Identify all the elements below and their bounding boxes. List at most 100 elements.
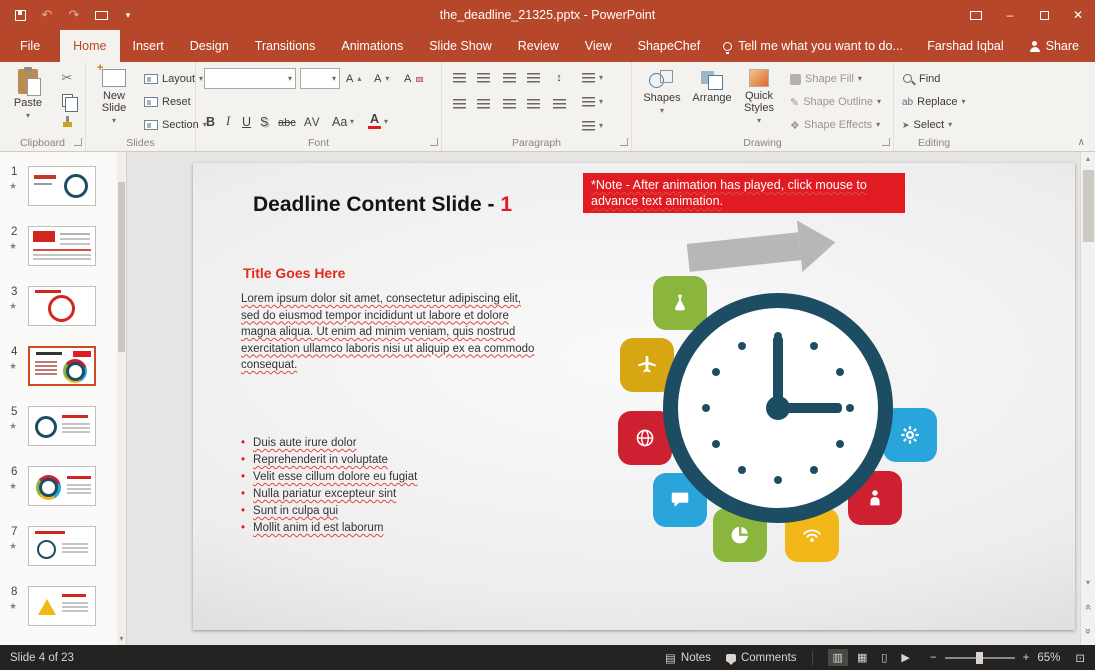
- tab-insert[interactable]: Insert: [120, 30, 177, 62]
- copy-button[interactable]: [56, 90, 78, 110]
- scroll-down-icon[interactable]: ▾: [117, 634, 126, 643]
- slide-bullet-list[interactable]: •Duis aute irure dolor •Reprehenderit in…: [241, 435, 551, 537]
- change-case-button[interactable]: Aa: [330, 108, 349, 129]
- drawing-dialog-launcher-icon[interactable]: [882, 138, 890, 146]
- start-slideshow-icon[interactable]: [89, 3, 113, 27]
- share-button[interactable]: Share: [1018, 30, 1095, 62]
- account-name[interactable]: Farshad Iqbal: [927, 30, 1017, 62]
- slide-thumbnail-3[interactable]: 3 ★: [0, 284, 126, 342]
- notes-button[interactable]: ▤ Notes: [665, 651, 711, 665]
- vertical-scrollbar[interactable]: ▴ ▾ « «: [1080, 152, 1095, 645]
- tab-view[interactable]: View: [572, 30, 625, 62]
- scrollbar-thumb[interactable]: [1083, 170, 1094, 242]
- slide-sorter-view-button[interactable]: ▦: [852, 649, 872, 666]
- slideshow-view-button[interactable]: ▶: [896, 649, 914, 666]
- slide-body-text[interactable]: Lorem ipsum dolor sit amet, consectetur …: [241, 291, 541, 374]
- format-painter-button[interactable]: [56, 112, 78, 132]
- paste-button[interactable]: Paste ▾: [4, 65, 52, 120]
- tab-file[interactable]: File: [0, 30, 60, 62]
- text-direction-button[interactable]: ▾: [582, 68, 603, 88]
- quick-styles-button[interactable]: Quick Styles ▾: [736, 65, 782, 125]
- slide-thumbnail-8[interactable]: 8 ★: [0, 584, 126, 642]
- redo-icon[interactable]: ↷: [62, 3, 86, 27]
- cut-button[interactable]: ✂: [56, 68, 78, 88]
- thumbnail-card[interactable]: [28, 526, 96, 566]
- thumbnail-card[interactable]: [28, 586, 96, 626]
- clear-formatting-button[interactable]: A: [404, 69, 423, 89]
- align-right-button[interactable]: [498, 94, 520, 114]
- animation-star-icon[interactable]: ★: [9, 361, 17, 372]
- next-slide-button[interactable]: «: [1081, 625, 1095, 637]
- tab-home[interactable]: Home: [60, 30, 119, 62]
- previous-slide-button[interactable]: «: [1081, 601, 1095, 613]
- bullets-button[interactable]: [448, 68, 470, 88]
- italic-button[interactable]: I: [224, 108, 232, 129]
- customize-qat-icon[interactable]: ▾: [116, 3, 140, 27]
- grow-font-button[interactable]: A▴: [346, 69, 361, 89]
- thumbnail-scrollbar[interactable]: ▾: [117, 152, 126, 645]
- animation-star-icon[interactable]: ★: [9, 541, 17, 552]
- slide-thumbnail-1[interactable]: 1 ★: [0, 164, 126, 222]
- underline-button[interactable]: U: [240, 108, 253, 129]
- thumbnail-scrollbar-thumb[interactable]: [118, 182, 125, 352]
- paragraph-dialog-launcher-icon[interactable]: [620, 138, 628, 146]
- select-button[interactable]: ➤ Select ▾: [902, 115, 952, 135]
- tab-shapechef[interactable]: ShapeChef: [625, 30, 714, 62]
- zoom-slider[interactable]: [945, 657, 1015, 659]
- zoom-out-button[interactable]: −: [930, 652, 937, 664]
- slide-subtitle[interactable]: Title Goes Here: [243, 265, 345, 281]
- convert-smartart-button[interactable]: ▾: [582, 116, 603, 136]
- shapes-button[interactable]: Shapes ▾: [638, 65, 686, 115]
- animation-star-icon[interactable]: ★: [9, 301, 17, 312]
- increase-indent-button[interactable]: [522, 68, 544, 88]
- zoom-slider-thumb[interactable]: [976, 652, 983, 664]
- slide-thumbnail-5[interactable]: 5 ★: [0, 404, 126, 462]
- layout-button[interactable]: Layout ▾: [144, 69, 203, 89]
- font-size-combobox[interactable]: ▾: [300, 68, 340, 89]
- align-text-button[interactable]: ▾: [582, 92, 603, 112]
- restore-icon[interactable]: [1027, 0, 1061, 30]
- character-spacing-button[interactable]: AV: [302, 108, 323, 129]
- tab-review[interactable]: Review: [505, 30, 572, 62]
- animation-star-icon[interactable]: ★: [9, 241, 17, 252]
- thumbnail-card[interactable]: [28, 286, 96, 326]
- thumbnail-card[interactable]: [28, 406, 96, 446]
- tell-me-box[interactable]: Tell me what you want to do...: [723, 30, 903, 62]
- align-center-button[interactable]: [472, 94, 494, 114]
- tab-transitions[interactable]: Transitions: [242, 30, 329, 62]
- reading-view-button[interactable]: ▯: [876, 649, 892, 666]
- zoom-in-button[interactable]: +: [1023, 652, 1030, 664]
- fit-to-window-button[interactable]: ⊡: [1075, 651, 1085, 665]
- slide-title[interactable]: Deadline Content Slide - 1: [253, 193, 512, 217]
- justify-button[interactable]: [522, 94, 544, 114]
- text-shadow-button[interactable]: S: [258, 108, 270, 129]
- collapse-ribbon-icon[interactable]: ∧: [1078, 137, 1085, 148]
- reset-button[interactable]: Reset: [144, 92, 191, 112]
- ribbon-display-options-icon[interactable]: [959, 0, 993, 30]
- find-button[interactable]: Find: [902, 69, 940, 89]
- thumbnail-card[interactable]: [28, 466, 96, 506]
- animation-star-icon[interactable]: ★: [9, 481, 17, 492]
- shape-effects-button[interactable]: ❖ Shape Effects ▾: [790, 115, 880, 135]
- clock-infographic[interactable]: [578, 223, 1018, 593]
- slide-thumbnail-2[interactable]: 2 ★: [0, 224, 126, 282]
- decrease-indent-button[interactable]: [498, 68, 520, 88]
- tab-slide-show[interactable]: Slide Show: [416, 30, 505, 62]
- clipboard-dialog-launcher-icon[interactable]: [74, 138, 82, 146]
- tab-animations[interactable]: Animations: [328, 30, 416, 62]
- thumbnail-card[interactable]: [28, 226, 96, 266]
- undo-icon[interactable]: ↶: [35, 3, 59, 27]
- animation-star-icon[interactable]: ★: [9, 421, 17, 432]
- shape-outline-button[interactable]: ✎ Shape Outline ▾: [790, 92, 881, 112]
- note-text-box[interactable]: *Note - After animation has played, clic…: [583, 173, 905, 213]
- strikethrough-button[interactable]: abc: [276, 108, 298, 129]
- save-icon[interactable]: [8, 3, 32, 27]
- columns-button[interactable]: [548, 94, 570, 114]
- font-name-combobox[interactable]: ▾: [204, 68, 296, 89]
- slide-thumbnail-7[interactable]: 7 ★: [0, 524, 126, 582]
- slide-thumbnail-4[interactable]: 4 ★: [0, 344, 126, 402]
- arrange-button[interactable]: Arrange: [688, 65, 736, 104]
- font-color-button[interactable]: A: [368, 108, 381, 129]
- scroll-down-icon[interactable]: ▾: [1081, 578, 1095, 587]
- shrink-font-button[interactable]: A▾: [374, 69, 389, 89]
